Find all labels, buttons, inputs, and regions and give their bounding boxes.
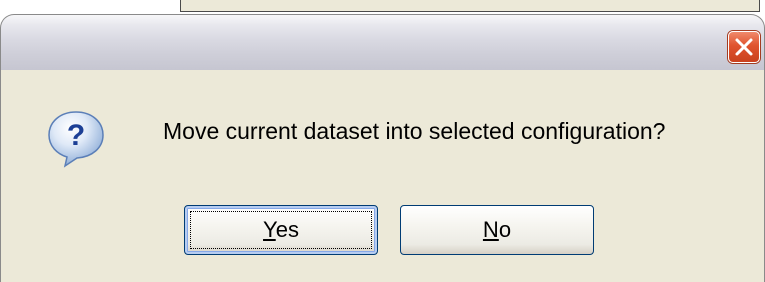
dialog-body: ? Move current dataset into selected con… — [0, 70, 765, 282]
close-button[interactable] — [728, 31, 760, 63]
close-icon — [735, 38, 753, 56]
question-icon: ? — [48, 111, 104, 168]
no-button-label: o — [498, 217, 512, 242]
yes-button[interactable]: Yes — [184, 205, 378, 255]
no-button[interactable]: No — [400, 205, 594, 255]
background-window — [180, 0, 760, 12]
yes-button-label: es — [275, 217, 299, 242]
yes-button-mnemonic: Y — [263, 217, 276, 242]
dialog-titlebar[interactable] — [0, 14, 765, 70]
no-button-mnemonic: N — [482, 217, 499, 242]
dialog-message: Move current dataset into selected confi… — [163, 118, 666, 144]
svg-text:?: ? — [67, 119, 85, 152]
confirmation-dialog: ? Move current dataset into selected con… — [0, 14, 765, 282]
